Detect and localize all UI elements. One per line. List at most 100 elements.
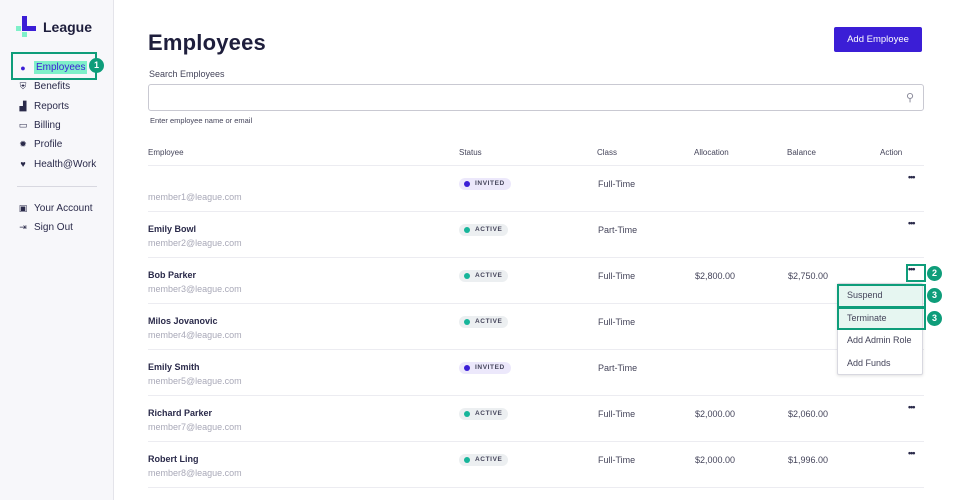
status-text: INVITED [475,364,505,371]
employee-allocation: $2,000.00 [695,409,736,419]
logo-text: League [43,19,93,35]
employee-email: member2@league.com [148,238,242,248]
employee-balance: $1,996.00 [788,455,829,465]
shield-icon: ⛨ [19,81,27,92]
annotation-highlight-action-button [906,264,926,282]
menu-item-add-admin-role[interactable]: Add Admin Role [838,329,922,352]
sign-out-icon: ⇥ [19,222,27,233]
table-row[interactable]: member1@league.com INVITED Full-Time ••• [148,166,924,212]
more-actions-icon[interactable]: ••• [908,172,916,182]
search-icon: ⚲ [905,92,914,104]
search-hint: Enter employee name or email [150,116,253,125]
sidebar-item-health-at-work[interactable]: ♥ Health@Work [0,154,114,173]
status-dot-icon [464,227,470,233]
sidebar-item-sign-out[interactable]: ⇥ Sign Out [0,218,114,237]
annotation-badge: 3 [927,311,942,326]
sidebar-item-label: Benefits [34,81,71,93]
table-body: member1@league.com INVITED Full-Time ••• Emi… [148,166,924,488]
table-row[interactable]: Robert Ling member8@league.com ACTIVE Full-… [148,442,924,488]
status-dot-icon [464,319,470,325]
employee-balance: $2,060.00 [788,409,829,419]
table-row[interactable]: Milos Jovanovic member4@league.com ACTIVE F… [148,304,924,350]
status-badge: ACTIVE [459,270,509,282]
status-badge: ACTIVE [459,316,509,328]
add-employee-button[interactable]: Add Employee [834,27,922,52]
column-header-action: Action [880,148,903,157]
employee-class: Full-Time [598,179,636,189]
credit-card-icon: ▭ [18,120,28,131]
status-dot-icon [464,457,470,463]
table-row[interactable]: Emily Bowl member2@league.com ACTIVE Part-T… [148,212,924,258]
employees-table: Employee Status Class Allocation Balance… [148,144,924,488]
table-header: Employee Status Class Allocation Balance… [148,144,924,166]
annotation-badge: 3 [927,288,942,303]
annotation-badge: 2 [927,266,942,281]
employee-name[interactable]: Richard Parker [148,408,212,418]
sidebar-item-profile[interactable]: ✹ Profile [0,135,114,154]
employee-email: member5@league.com [148,376,242,386]
employee-class: Full-Time [598,409,636,419]
sidebar-item-label: Health@Work [34,158,97,170]
employee-balance: $2,750.00 [788,271,829,281]
employee-email: member3@league.com [148,284,242,294]
sidebar-nav: ● Employees ⛨ Benefits ▟ Reports ▭ Billi… [0,58,114,237]
employee-name[interactable]: Bob Parker [148,270,196,280]
more-actions-icon[interactable]: ••• [908,218,916,228]
search-label: Search Employees [149,69,225,79]
sidebar-item-your-account[interactable]: ▣ Your Account [0,199,114,218]
sidebar-divider [17,185,97,187]
annotation-highlight-suspend [837,284,926,308]
sidebar-item-label: Reports [34,100,70,112]
status-dot-icon [464,273,470,279]
employee-allocation: $2,800.00 [695,271,736,281]
sidebar-item-label: Sign Out [34,222,73,234]
league-logo-mark-icon [16,16,38,38]
employee-name[interactable]: Milos Jovanovic [148,316,218,326]
employee-email: member4@league.com [148,330,242,340]
employee-class: Full-Time [598,455,636,465]
search-input[interactable]: ⚲ [148,84,924,111]
employee-name[interactable]: Emily Smith [148,362,200,372]
league-logo[interactable]: League [16,16,92,38]
annotation-badge: 1 [89,58,104,73]
column-header-status: Status [459,148,482,157]
status-badge: INVITED [459,178,511,190]
employee-class: Part-Time [598,225,638,235]
table-row[interactable]: Emily Smith member5@league.com INVITED Part… [148,350,924,396]
status-badge: ACTIVE [459,408,509,420]
employee-email: member7@league.com [148,422,242,432]
status-badge: ACTIVE [459,454,509,466]
sidebar-item-reports[interactable]: ▟ Reports [0,97,114,116]
status-text: ACTIVE [475,318,503,325]
more-actions-icon[interactable]: ••• [908,402,916,412]
sidebar-item-label: Billing [34,120,61,132]
id-card-icon: ▣ [18,202,28,213]
table-row[interactable]: Richard Parker member7@league.com ACTIVE Fu… [148,396,924,442]
heart-icon: ♥ [20,159,26,170]
sidebar-item-billing[interactable]: ▭ Billing [0,116,114,135]
status-text: ACTIVE [475,272,503,279]
status-badge: ACTIVE [459,224,509,236]
column-header-balance: Balance [787,148,816,157]
employee-name[interactable]: Robert Ling [148,454,199,464]
sidebar-item-label: Profile [34,139,63,151]
column-header-allocation: Allocation [694,148,729,157]
employee-class: Full-Time [598,317,636,327]
sidebar-item-label: Your Account [34,202,93,214]
annotation-highlight-terminate [837,307,926,330]
annotation-highlight-employees [11,52,97,80]
employee-class: Part-Time [598,363,638,373]
status-text: ACTIVE [475,456,503,463]
column-header-class: Class [597,148,618,157]
sidebar-item-benefits[interactable]: ⛨ Benefits [0,77,114,96]
employee-email: member1@league.com [148,192,242,202]
employee-allocation: $2,000.00 [695,455,736,465]
status-dot-icon [464,365,470,371]
more-actions-icon[interactable]: ••• [908,448,916,458]
table-row[interactable]: Bob Parker member3@league.com ACTIVE Full-T… [148,258,924,304]
status-text: ACTIVE [475,410,503,417]
menu-item-add-funds[interactable]: Add Funds [838,352,922,375]
status-text: INVITED [475,180,505,187]
chart-icon: ▟ [19,100,27,111]
employee-name[interactable]: Emily Bowl [148,224,196,234]
